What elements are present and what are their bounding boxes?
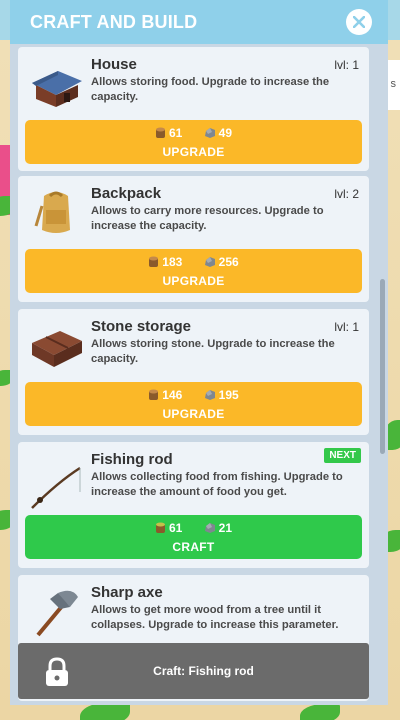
stone-icon (204, 523, 215, 533)
next-badge: NEXT (324, 448, 361, 463)
level-label: lvl: 1 (334, 58, 359, 72)
button-label: UPGRADE (162, 407, 225, 421)
card-title: Stone storage (91, 318, 192, 335)
stone-cost: 195 (204, 388, 239, 402)
craft-and-build-panel: CRAFT AND BUILD House lvl: 1 Allows stor… (10, 0, 388, 705)
wood-cost: 61 (155, 521, 182, 535)
card-title: Backpack (91, 185, 162, 202)
level-label: lvl: 2 (334, 187, 359, 201)
wood-icon (149, 256, 159, 267)
stone-cost: 21 (204, 521, 232, 535)
panel-header: CRAFT AND BUILD (10, 0, 388, 44)
card-description: Allows storing stone. Upgrade to increas… (91, 338, 335, 365)
card-description: Allows storing food. Upgrade to increase… (91, 76, 330, 103)
card-title: Sharp axe (91, 584, 163, 601)
wood-icon (149, 389, 159, 400)
panel-title: CRAFT AND BUILD (30, 12, 198, 32)
close-button[interactable] (346, 9, 372, 35)
card-description: Allows to carry more resources. Upgrade … (91, 205, 324, 232)
craft-list[interactable]: House lvl: 1 Allows storing food. Upgrad… (10, 44, 388, 705)
button-label: UPGRADE (162, 274, 225, 288)
card-description: Allows to get more wood from a tree unti… (91, 604, 339, 631)
close-icon (353, 16, 365, 28)
button-label: CRAFT (172, 540, 215, 554)
card-title: Fishing rod (91, 451, 173, 468)
craft-card-fishing-rod: NEXT Fishing rod Allows collecting food … (18, 442, 369, 568)
stone-cost: 49 (204, 126, 232, 140)
stone-storage-icon (28, 319, 84, 371)
wood-cost: 61 (155, 126, 182, 140)
upgrade-stone-storage-button[interactable]: 146 195 UPGRADE (25, 382, 362, 426)
wood-cost: 146 (148, 388, 182, 402)
stone-icon (204, 257, 215, 267)
wood-icon (155, 127, 165, 138)
level-label: lvl: 1 (334, 320, 359, 334)
upgrade-house-button[interactable]: 61 49 UPGRADE (25, 120, 362, 164)
button-label: UPGRADE (162, 145, 225, 159)
craft-card-house: House lvl: 1 Allows storing food. Upgrad… (18, 47, 369, 171)
craft-fishing-rod-button[interactable]: 61 21 CRAFT (25, 515, 362, 559)
card-title: House (91, 56, 137, 73)
stone-cost: 256 (204, 255, 239, 269)
house-icon (28, 57, 84, 109)
wood-icon (155, 522, 165, 533)
card-description: Allows collecting food from fishing. Upg… (91, 471, 343, 498)
craft-status-bar[interactable]: Craft: Fishing rod (18, 643, 369, 699)
craft-status-label: Craft: Fishing rod (153, 664, 254, 678)
fishing-rod-icon (28, 452, 84, 509)
wood-cost: 183 (148, 255, 182, 269)
craft-card-backpack: Backpack lvl: 2 Allows to carry more res… (18, 176, 369, 302)
upgrade-backpack-button[interactable]: 183 256 UPGRADE (25, 249, 362, 293)
scrollbar[interactable] (380, 279, 385, 454)
stone-icon (204, 390, 215, 400)
craft-card-stone-storage: Stone storage lvl: 1 Allows storing ston… (18, 309, 369, 435)
stone-icon (204, 128, 215, 138)
axe-icon (28, 585, 84, 637)
backpack-icon (28, 186, 84, 238)
